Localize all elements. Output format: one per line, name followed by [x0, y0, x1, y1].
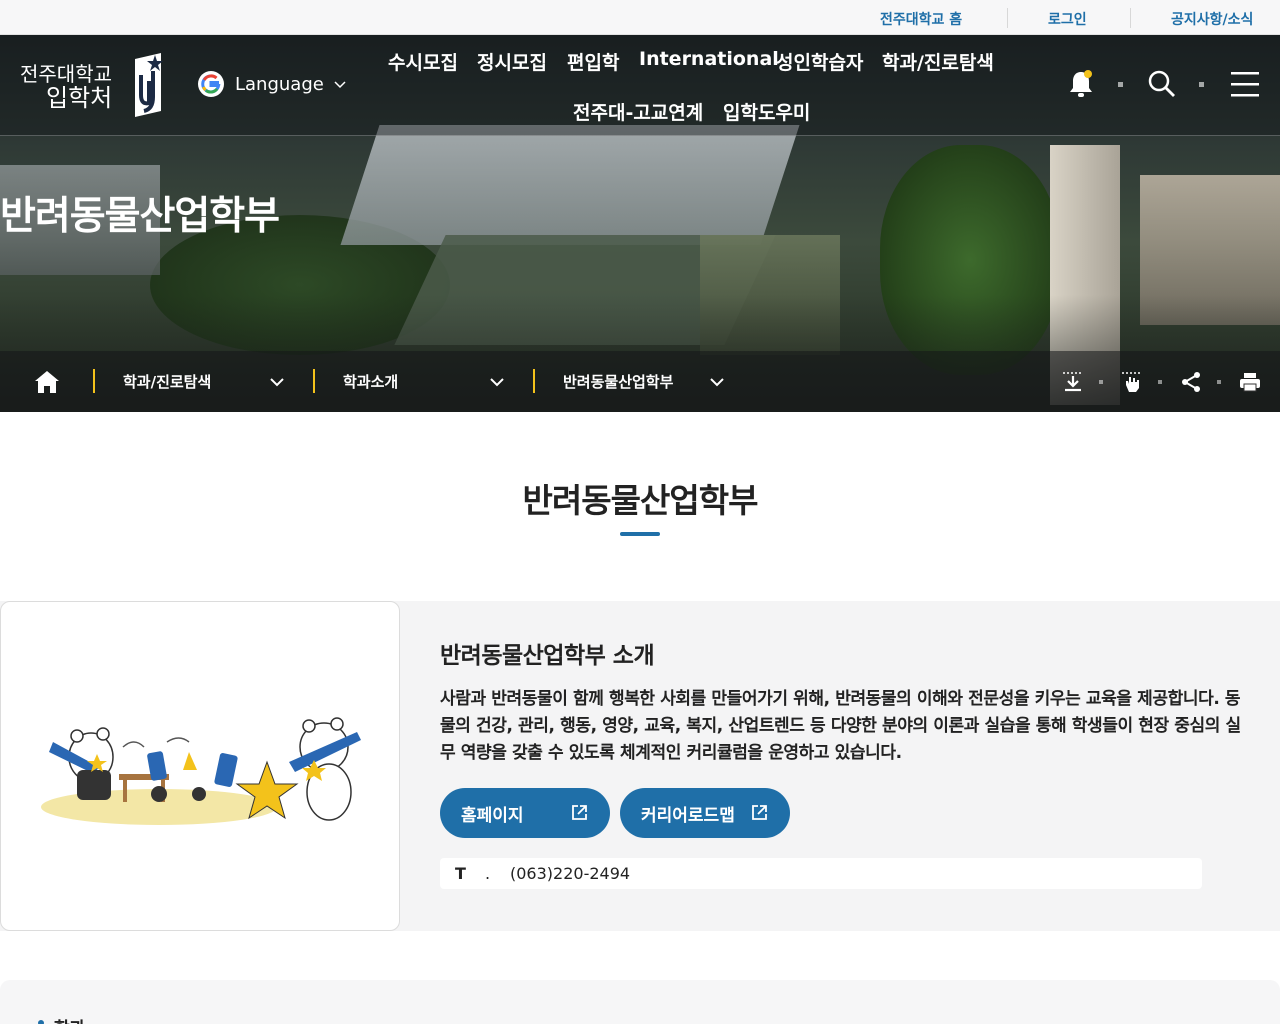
divider-dot [1199, 82, 1204, 87]
divider-dot [1158, 380, 1162, 384]
chevron-down-icon[interactable] [269, 374, 285, 390]
dept-section-box: 학과 [0, 980, 1280, 1024]
logo-line1: 전주대학교 [20, 62, 112, 86]
home-icon[interactable] [34, 370, 60, 394]
breadcrumb-item-current[interactable]: 반려동물산업학부 [563, 371, 673, 392]
breadcrumb-item-dept-intro[interactable]: 학과소개 [343, 371, 398, 392]
bell-icon[interactable] [1068, 69, 1094, 99]
divider [1130, 8, 1131, 28]
intro-description: 사람과 반려동물이 함께 행복한 사회를 만들어가기 위해, 반려동물의 이해와… [440, 689, 1241, 763]
divider [1007, 8, 1008, 28]
career-roadmap-button[interactable]: 커리어로드맵 [620, 788, 790, 838]
nav-adult-learner[interactable]: 성인학습자 [776, 48, 863, 75]
phone-separator: . [485, 864, 491, 883]
dept-image-card [0, 601, 400, 931]
utility-bar: 전주대학교 홈 로그인 공지사항/소식 [0, 0, 1280, 35]
career-roadmap-label: 커리어로드맵 [641, 805, 735, 826]
main-header: 전주대학교 입학처 Language 수시모집 정시모집 편입학 Interna… [0, 35, 1280, 136]
breadcrumb-divider [533, 369, 535, 393]
external-link-icon [752, 805, 767, 820]
divider-dot [1118, 82, 1123, 87]
share-icon[interactable] [1179, 370, 1203, 394]
touch-icon[interactable] [1120, 370, 1144, 394]
divider-dot [1099, 380, 1103, 384]
phone-number[interactable]: (063)220-2494 [510, 864, 630, 883]
nav-admission-helper[interactable]: 입학도우미 [723, 98, 810, 125]
hero-photo-element [340, 125, 800, 245]
nav-highschool-link[interactable]: 전주대-고교연계 [573, 98, 703, 125]
login-link[interactable]: 로그인 [1048, 9, 1087, 29]
hero-title: 반려동물산업학부 [0, 194, 280, 239]
title-underline [620, 532, 660, 536]
logo-line2: 입학처 [46, 84, 113, 112]
bullet-icon [38, 1020, 44, 1024]
breadcrumb-divider [93, 369, 95, 393]
notice-link[interactable]: 공지사항/소식 [1171, 9, 1253, 29]
nav-transfer[interactable]: 편입학 [567, 48, 619, 75]
phone-info: T . (063)220-2494 [440, 858, 1202, 889]
google-icon [198, 71, 224, 97]
univ-home-link[interactable]: 전주대학교 홈 [880, 9, 962, 29]
intro-title: 반려동물산업학부 소개 [440, 643, 655, 669]
download-icon[interactable] [1061, 370, 1085, 394]
site-logo[interactable]: 전주대학교 입학처 [20, 63, 112, 111]
chevron-down-icon [334, 81, 346, 89]
homepage-button[interactable]: 홈페이지 [440, 788, 610, 838]
divider-dot [1217, 380, 1221, 384]
homepage-button-label: 홈페이지 [461, 805, 524, 826]
nav-jeongsi[interactable]: 정시모집 [477, 48, 547, 75]
univ-emblem-icon [135, 53, 163, 117]
phone-label: T [455, 864, 466, 883]
chevron-down-icon[interactable] [709, 374, 725, 390]
breadcrumb: 학과/진로탐색 학과소개 반려동물산업학부 [0, 351, 1280, 412]
language-selector[interactable]: Language [197, 70, 346, 98]
mascot-illustration [41, 717, 361, 825]
nav-susi[interactable]: 수시모집 [388, 48, 458, 75]
external-link-icon [572, 805, 587, 820]
breadcrumb-item-major-explore[interactable]: 학과/진로탐색 [123, 371, 211, 392]
language-label: Language [235, 73, 324, 95]
nav-major-explore[interactable]: 학과/진로탐색 [882, 48, 994, 75]
chevron-down-icon[interactable] [489, 374, 505, 390]
nav-international[interactable]: International [639, 48, 779, 70]
print-icon[interactable] [1238, 370, 1262, 394]
page-title: 반려동물산업학부 [522, 481, 759, 520]
breadcrumb-divider [313, 369, 315, 393]
section-label: 학과 [54, 1014, 85, 1024]
search-icon[interactable] [1147, 69, 1177, 99]
menu-icon[interactable] [1231, 71, 1259, 97]
